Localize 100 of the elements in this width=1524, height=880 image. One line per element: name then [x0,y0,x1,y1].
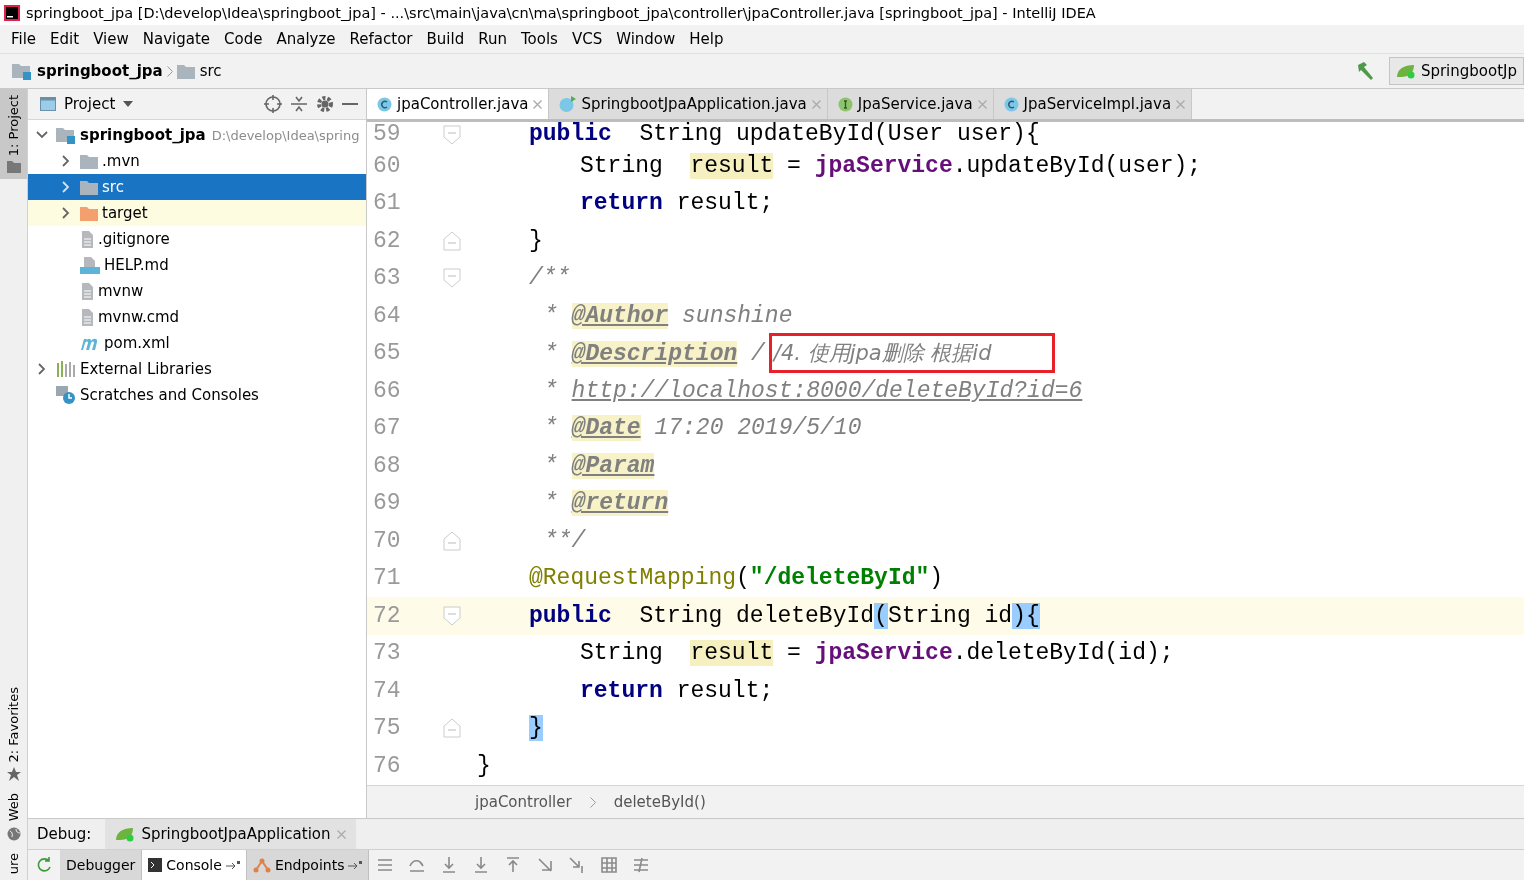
class-icon [1003,96,1019,112]
project-view-icon [40,97,56,111]
menu-item[interactable]: Code [217,30,270,48]
code-token: @Author [571,302,669,329]
menu-icon[interactable] [376,856,395,874]
class-icon [377,96,392,112]
dropdown-caret-icon[interactable] [123,101,134,107]
code-token: String updateById(User user){ [638,122,1040,147]
window-title: springboot_jpa [D:\develop\Idea\springboot_jpa] - ...\src\main\java\cn\ma\springboot_jpa\controller\jpaController.java [springboot_jpa] - IntelliJ IDEA [26,4,1096,21]
close-icon[interactable] [1176,99,1186,109]
code-token: * [544,377,559,404]
file-icon [80,308,94,326]
tool-window-button[interactable]: ure [0,846,27,880]
editor-tab[interactable]: SpringbootJpaApplication.java [549,89,828,119]
file-icon [80,282,94,300]
tool-window-button[interactable]: 1: Project [0,89,27,180]
tree-item[interactable]: .gitignore [28,226,366,252]
nav-breadcrumb[interactable]: src [199,62,222,80]
tree-item[interactable]: mvnw.cmd [28,304,366,330]
folder-icon [80,153,98,169]
code-token: public [529,122,612,147]
menu-item[interactable]: Build [419,30,472,48]
tree-item[interactable]: pom.xml [28,330,366,356]
code-breadcrumb[interactable]: deleteById() [613,793,706,811]
line-number: 62 [372,227,402,254]
code-token: result; [675,190,774,217]
tree-item[interactable]: target [28,200,366,226]
menu-item[interactable]: Run [471,30,514,48]
code-breadcrumb[interactable]: jpaController [475,793,572,811]
fold-marker-icon[interactable] [443,718,461,739]
debug-tab[interactable]: Endpoints [246,850,370,880]
tree-item[interactable]: HELP.md [28,252,366,278]
code-token: result [690,152,774,179]
code-token: .updateById(user); [952,152,1202,179]
close-icon[interactable] [533,99,543,109]
tool-window-button[interactable]: 2: Favorites [0,680,27,788]
menu-item[interactable]: Tools [513,30,565,48]
crosshair-icon[interactable] [264,95,282,113]
close-icon[interactable] [977,99,987,109]
close-icon[interactable] [811,99,821,109]
code-token: @return [571,490,669,517]
tree-item[interactable]: src [28,174,366,200]
tree-item[interactable]: .mvn [28,148,366,174]
line-number: 66 [372,377,402,404]
minimize-icon[interactable] [342,102,358,106]
run-configuration-selector[interactable]: SpringbootJp [1388,57,1524,85]
code-token: * [544,341,559,368]
editor-tab[interactable]: JpaServiceImpl.java [993,89,1193,119]
pin-icon[interactable] [225,861,240,869]
close-icon[interactable] [336,829,346,839]
code-token: * [544,415,559,442]
collapse-all-icon[interactable] [290,95,308,113]
tree-item[interactable]: External Libraries [28,356,366,382]
menu-item[interactable]: Navigate [135,30,218,48]
menu-item[interactable]: VCS [564,30,610,48]
fold-marker-icon[interactable] [443,530,461,551]
code-token: String [580,152,664,179]
menu-item[interactable]: View [86,30,136,48]
debug-tab[interactable]: Console [142,850,247,880]
fold-marker-icon[interactable] [443,268,461,289]
rerun-icon[interactable] [35,856,53,874]
folder-icon [80,179,98,195]
menu-item[interactable]: File [4,30,44,48]
menu-item[interactable]: Refactor [342,30,420,48]
debug-tab[interactable]: Debugger [60,850,143,880]
nav-breadcrumb[interactable]: springboot_jpa [37,62,163,80]
tool-window-button[interactable]: Web [0,787,27,847]
menu-item[interactable]: Edit [43,30,87,48]
menu-item[interactable]: Analyze [269,30,343,48]
code-token: * [544,302,559,329]
code-token: public [529,602,612,629]
menu-item[interactable]: Window [609,30,683,48]
pin-icon[interactable] [348,861,363,869]
code-token: result; [675,677,774,704]
editor-tab[interactable]: jpaController.java [367,89,550,119]
code-token: @RequestMapping [529,565,737,592]
settings-icon[interactable] [316,95,334,113]
debug-session-tab[interactable]: SpringbootJpaApplication [105,819,356,849]
fold-marker-icon[interactable] [443,230,461,251]
editor-tab[interactable]: JpaService.java [827,89,994,119]
app-logo-icon [4,4,20,21]
code-token: String id [887,602,1013,629]
fold-marker-icon[interactable] [443,124,461,145]
evaluate-icon[interactable] [600,856,619,874]
line-number: 70 [372,527,402,554]
line-number: 68 [372,452,402,479]
folder-icon [6,161,21,174]
line-number: 65 [372,340,402,367]
tree-item[interactable]: mvnw [28,278,366,304]
menu-item[interactable]: Help [682,30,731,48]
tree-item[interactable]: Scratches and Consoles [28,382,366,408]
code-token: String deleteById [638,602,875,629]
folder-icon [176,63,195,79]
line-number: 61 [372,190,402,217]
spring-class-icon [559,95,577,113]
tree-item[interactable]: springboot_jpa D:\develop\Idea\spring [28,122,366,148]
fold-marker-icon[interactable] [443,605,461,626]
panel-title[interactable]: Project [64,95,116,113]
chevron-separator-icon [166,65,173,77]
code-token: jpaService [814,640,953,667]
